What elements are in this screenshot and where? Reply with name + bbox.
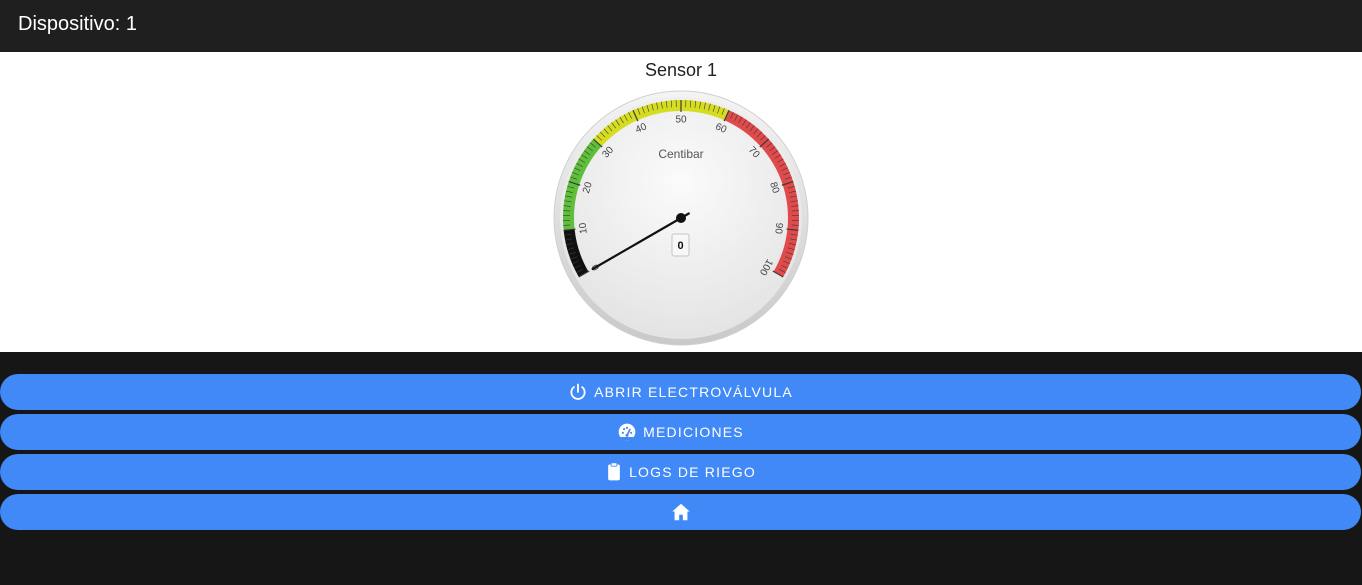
irrigation-logs-label: LOGS DE RIEGO	[629, 464, 756, 480]
clipboard-icon	[605, 462, 623, 482]
speedometer-icon	[617, 422, 637, 442]
gauge-tick-label: 10	[578, 222, 590, 235]
open-valve-label: ABRIR ELECTROVÁLVULA	[594, 384, 793, 400]
open-valve-button[interactable]: ABRIR ELECTROVÁLVULA	[0, 374, 1361, 410]
home-button[interactable]	[0, 494, 1361, 530]
gauge-units-label: Centibar	[658, 147, 703, 161]
irrigation-logs-button[interactable]: LOGS DE RIEGO	[0, 454, 1361, 490]
gauge-tick-label: 90	[772, 222, 784, 235]
home-icon	[670, 501, 692, 523]
gauge-needle-hub	[676, 213, 686, 223]
power-icon	[568, 382, 588, 402]
sensor-gauge: 0102030405060708090100 Centibar 0	[553, 90, 809, 346]
gauge-value-label: 0	[677, 240, 683, 252]
measurements-button[interactable]: MEDICIONES	[0, 414, 1361, 450]
sensor-panel: Sensor 1 0102030405060708090100 Centibar…	[0, 52, 1362, 352]
gauge-tick-label: 50	[675, 115, 687, 126]
page-title: Dispositivo: 1	[18, 13, 137, 35]
sensor-title: Sensor 1	[644, 60, 718, 80]
measurements-label: MEDICIONES	[643, 424, 744, 440]
gauge-value-box: 0	[671, 233, 690, 257]
app-header: Dispositivo: 1	[0, 0, 1362, 52]
